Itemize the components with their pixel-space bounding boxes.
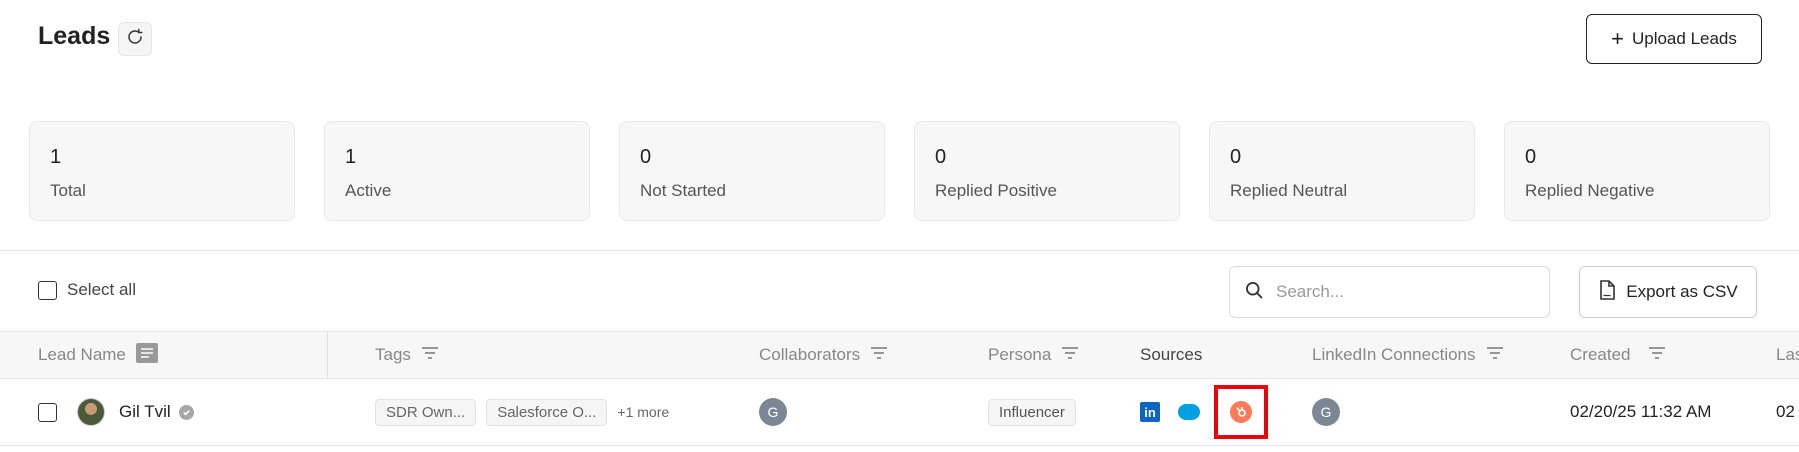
created-date: 02/20/25 11:32 AM (1570, 402, 1712, 421)
avatar (77, 398, 105, 426)
select-all-label: Select all (67, 280, 136, 299)
linkedin-connection-avatar[interactable]: G (1312, 398, 1340, 426)
column-label: Created (1570, 345, 1631, 364)
stat-label: Total (50, 181, 86, 200)
column-header-collaborators[interactable]: Collaborators (759, 332, 888, 378)
persona-cell: Influencer (988, 379, 1076, 445)
column-header-last[interactable]: Las (1776, 332, 1799, 378)
column-menu-icon[interactable] (135, 342, 158, 368)
hubspot-highlight (1214, 385, 1268, 439)
table-header: Lead Name Tags Collaborators Persona Sou… (0, 331, 1799, 379)
lead-name-cell: Gil Tvil (38, 379, 194, 445)
column-header-persona[interactable]: Persona (988, 332, 1079, 378)
column-label: Tags (375, 345, 411, 364)
stat-value: 1 (345, 146, 357, 168)
column-header-sources: Sources (1140, 332, 1202, 378)
stat-card-active: 1 Active (324, 121, 590, 221)
lead-name[interactable]: Gil Tvil (119, 402, 171, 422)
created-cell: 02/20/25 11:32 AM (1570, 379, 1711, 445)
column-label: Las (1776, 345, 1799, 364)
last-cell: 02 (1776, 379, 1795, 445)
column-label: LinkedIn Connections (1312, 345, 1476, 364)
stat-label: Replied Positive (935, 181, 1057, 200)
select-all-checkbox[interactable] (38, 280, 57, 300)
section-divider (0, 250, 1799, 251)
column-label: Sources (1140, 345, 1203, 364)
export-csv-button[interactable]: Export as CSV (1579, 266, 1757, 318)
last-date-partial: 02 (1776, 402, 1795, 421)
linkedin-connections-cell: G (1312, 379, 1340, 445)
search-icon (1244, 280, 1264, 305)
stat-label: Replied Neutral (1230, 181, 1348, 200)
column-header-lead-name[interactable]: Lead Name (38, 332, 158, 378)
stat-value: 0 (1525, 146, 1537, 168)
table-row[interactable]: Gil Tvil SDR Own... Salesforce O... +1 m… (0, 379, 1799, 446)
column-header-tags[interactable]: Tags (375, 332, 439, 378)
search-box[interactable] (1229, 266, 1550, 318)
sources-cell: in (1140, 379, 1268, 445)
more-tags-link[interactable]: +1 more (617, 404, 669, 420)
stat-card-not-started: 0 Not Started (619, 121, 885, 221)
salesforce-icon[interactable] (1178, 404, 1200, 420)
upload-leads-label: Upload Leads (1631, 29, 1737, 48)
stat-label: Active (345, 181, 392, 200)
select-all[interactable]: Select all (38, 280, 136, 300)
tags-cell: SDR Own... Salesforce O... +1 more (375, 379, 669, 445)
column-header-linkedin-connections[interactable]: LinkedIn Connections (1312, 332, 1504, 378)
filter-icon[interactable] (870, 345, 888, 365)
tag-chip[interactable]: SDR Own... (375, 398, 477, 426)
row-checkbox[interactable] (38, 402, 57, 422)
plus-icon: + (1611, 26, 1624, 51)
collaborator-avatar[interactable]: G (759, 398, 787, 426)
filter-icon[interactable] (421, 345, 439, 365)
search-input[interactable] (1276, 282, 1526, 302)
stat-label: Not Started (640, 181, 726, 200)
filter-icon[interactable] (1061, 345, 1079, 365)
refresh-button[interactable] (118, 22, 152, 56)
refresh-icon (126, 28, 144, 51)
stat-card-replied-positive: 0 Replied Positive (914, 121, 1180, 221)
filter-icon[interactable] (1486, 345, 1504, 365)
csv-file-icon (1598, 279, 1616, 305)
filter-icon[interactable] (1648, 345, 1666, 365)
column-header-created[interactable]: Created (1570, 332, 1666, 378)
column-label: Persona (988, 345, 1052, 364)
stat-card-replied-negative: 0 Replied Negative (1504, 121, 1770, 221)
persona-tag: Influencer (988, 398, 1076, 426)
export-csv-label: Export as CSV (1626, 282, 1738, 301)
stat-value: 0 (1230, 146, 1242, 168)
stat-label: Replied Negative (1525, 181, 1655, 200)
page-title: Leads (38, 22, 111, 50)
column-label: Lead Name (38, 345, 126, 364)
stat-card-replied-neutral: 0 Replied Neutral (1209, 121, 1475, 221)
stat-card-total: 1 Total (29, 121, 295, 221)
collaborators-cell: G (759, 379, 787, 445)
tag-chip[interactable]: Salesforce O... (486, 398, 608, 426)
hubspot-icon[interactable] (1230, 401, 1252, 423)
stat-value: 1 (50, 146, 62, 168)
page-header: Leads + Upload Leads (0, 0, 1799, 90)
stat-value: 0 (640, 146, 652, 168)
upload-leads-button[interactable]: + Upload Leads (1586, 14, 1762, 64)
column-label: Collaborators (759, 345, 861, 364)
verified-icon (178, 404, 194, 420)
stat-value: 0 (935, 146, 947, 168)
linkedin-icon[interactable]: in (1140, 402, 1160, 422)
